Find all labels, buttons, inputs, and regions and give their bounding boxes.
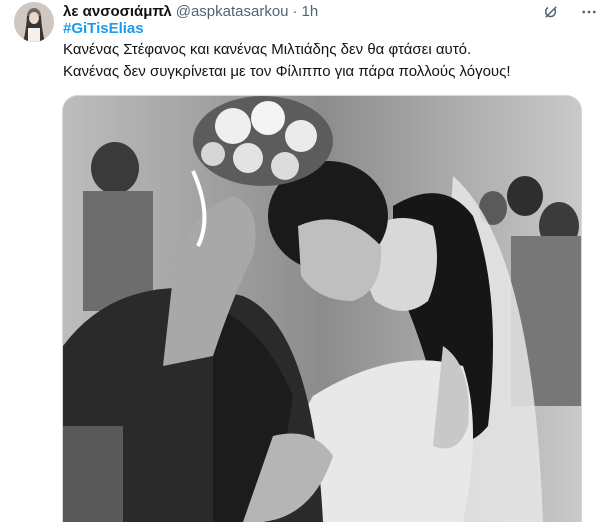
tweet-timestamp[interactable]: 1h — [302, 3, 319, 20]
hashtag-link[interactable]: #GiTisElias — [63, 20, 144, 37]
tweet-photo[interactable] — [62, 95, 582, 522]
more-options-icon[interactable] — [579, 2, 599, 22]
tweet-text-line-2: Κανένας δεν συγκρίνεται με τον Φίλιππο γ… — [63, 63, 511, 80]
grok-icon[interactable] — [541, 2, 561, 22]
avatar-image — [14, 2, 54, 42]
wedding-kiss-photo — [63, 96, 581, 522]
author-name[interactable]: λε ανσοσιάμπλ — [63, 3, 172, 20]
tweet: λε ανσοσιάμπλ @aspkatasarkou · 1h #GiTis… — [0, 0, 603, 522]
author-avatar[interactable] — [14, 2, 54, 42]
author-handle[interactable]: @aspkatasarkou — [176, 3, 289, 20]
separator-dot: · — [292, 2, 298, 20]
header-actions — [541, 2, 599, 22]
tweet-header: λε ανσοσιάμπλ @aspkatasarkou · 1h — [63, 2, 595, 20]
tweet-text-line-1: Κανένας Στέφανος και κανένας Μιλτιάδης δ… — [63, 41, 472, 58]
